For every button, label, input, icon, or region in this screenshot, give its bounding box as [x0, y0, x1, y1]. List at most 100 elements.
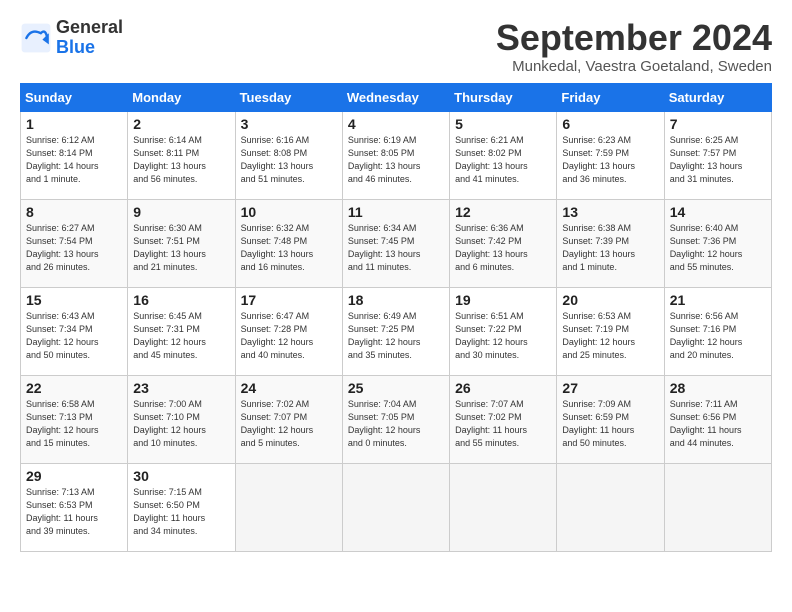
calendar-cell: 16 Sunrise: 6:45 AMSunset: 7:31 PMDayligh… — [128, 287, 235, 375]
calendar-cell: 26 Sunrise: 7:07 AMSunset: 7:02 PMDayligh… — [450, 375, 557, 463]
weekday-header-tuesday: Tuesday — [235, 83, 342, 111]
calendar-cell: 28 Sunrise: 7:11 AMSunset: 6:56 PMDayligh… — [664, 375, 771, 463]
day-number: 21 — [670, 292, 766, 308]
day-number: 1 — [26, 116, 122, 132]
day-info: Sunrise: 6:45 AMSunset: 7:31 PMDaylight:… — [133, 310, 229, 362]
calendar-cell: 27 Sunrise: 7:09 AMSunset: 6:59 PMDayligh… — [557, 375, 664, 463]
calendar-cell: 10Sunrise: 6:32 AMSunset: 7:48 PMDayligh… — [235, 199, 342, 287]
day-number: 19 — [455, 292, 551, 308]
calendar-week-2: 8 Sunrise: 6:27 AMSunset: 7:54 PMDaylight… — [21, 199, 772, 287]
day-info: Sunrise: 6:34 AMSunset: 7:45 PMDaylight:… — [348, 222, 444, 274]
day-number: 17 — [241, 292, 337, 308]
calendar-cell: 2 Sunrise: 6:14 AMSunset: 8:11 PMDaylight… — [128, 111, 235, 199]
day-info: Sunrise: 6:36 AMSunset: 7:42 PMDaylight:… — [455, 222, 551, 274]
calendar-cell: 9 Sunrise: 6:30 AMSunset: 7:51 PMDaylight… — [128, 199, 235, 287]
day-number: 11 — [348, 204, 444, 220]
calendar-cell: 22Sunrise: 6:58 AMSunset: 7:13 PMDayligh… — [21, 375, 128, 463]
day-info: Sunrise: 6:30 AMSunset: 7:51 PMDaylight:… — [133, 222, 229, 274]
day-info: Sunrise: 6:12 AMSunset: 8:14 PMDaylight:… — [26, 134, 122, 186]
day-number: 18 — [348, 292, 444, 308]
calendar-cell: 11 Sunrise: 6:34 AMSunset: 7:45 PMDayligh… — [342, 199, 449, 287]
day-info: Sunrise: 6:56 AMSunset: 7:16 PMDaylight:… — [670, 310, 766, 362]
day-number: 8 — [26, 204, 122, 220]
day-number: 30 — [133, 468, 229, 484]
day-number: 16 — [133, 292, 229, 308]
day-number: 28 — [670, 380, 766, 396]
day-info: Sunrise: 7:07 AMSunset: 7:02 PMDaylight:… — [455, 398, 551, 450]
day-info: Sunrise: 6:16 AMSunset: 8:08 PMDaylight:… — [241, 134, 337, 186]
weekday-header-friday: Friday — [557, 83, 664, 111]
day-number: 24 — [241, 380, 337, 396]
weekday-header-sunday: Sunday — [21, 83, 128, 111]
day-info: Sunrise: 6:47 AMSunset: 7:28 PMDaylight:… — [241, 310, 337, 362]
day-info: Sunrise: 7:04 AMSunset: 7:05 PMDaylight:… — [348, 398, 444, 450]
calendar-cell: 19 Sunrise: 6:51 AMSunset: 7:22 PMDayligh… — [450, 287, 557, 375]
day-number: 26 — [455, 380, 551, 396]
day-info: Sunrise: 6:14 AMSunset: 8:11 PMDaylight:… — [133, 134, 229, 186]
logo-line2: Blue — [56, 37, 95, 57]
day-number: 3 — [241, 116, 337, 132]
logo-icon — [20, 22, 52, 54]
day-number: 25 — [348, 380, 444, 396]
calendar-cell: 3 Sunrise: 6:16 AMSunset: 8:08 PMDaylight… — [235, 111, 342, 199]
calendar-cell: 18 Sunrise: 6:49 AMSunset: 7:25 PMDayligh… — [342, 287, 449, 375]
day-number: 27 — [562, 380, 658, 396]
day-info: Sunrise: 6:49 AMSunset: 7:25 PMDaylight:… — [348, 310, 444, 362]
calendar-cell: 7 Sunrise: 6:25 AMSunset: 7:57 PMDaylight… — [664, 111, 771, 199]
day-info: Sunrise: 6:21 AMSunset: 8:02 PMDaylight:… — [455, 134, 551, 186]
calendar-cell — [450, 463, 557, 551]
logo: General Blue — [20, 18, 123, 58]
day-number: 14 — [670, 204, 766, 220]
calendar-cell: 21 Sunrise: 6:56 AMSunset: 7:16 PMDayligh… — [664, 287, 771, 375]
weekday-header-monday: Monday — [128, 83, 235, 111]
calendar-cell: 8 Sunrise: 6:27 AMSunset: 7:54 PMDaylight… — [21, 199, 128, 287]
day-info: Sunrise: 7:11 AMSunset: 6:56 PMDaylight:… — [670, 398, 766, 450]
calendar-cell: 20Sunrise: 6:53 AMSunset: 7:19 PMDayligh… — [557, 287, 664, 375]
day-info: Sunrise: 7:00 AMSunset: 7:10 PMDaylight:… — [133, 398, 229, 450]
calendar-table: SundayMondayTuesdayWednesdayThursdayFrid… — [20, 83, 772, 552]
calendar-week-3: 15Sunrise: 6:43 AMSunset: 7:34 PMDayligh… — [21, 287, 772, 375]
calendar-cell: 29 Sunrise: 7:13 AMSunset: 6:53 PMDayligh… — [21, 463, 128, 551]
calendar-cell: 23 Sunrise: 7:00 AMSunset: 7:10 PMDayligh… — [128, 375, 235, 463]
calendar-cell — [235, 463, 342, 551]
day-info: Sunrise: 6:53 AMSunset: 7:19 PMDaylight:… — [562, 310, 658, 362]
day-info: Sunrise: 6:25 AMSunset: 7:57 PMDaylight:… — [670, 134, 766, 186]
day-number: 7 — [670, 116, 766, 132]
day-number: 29 — [26, 468, 122, 484]
day-number: 5 — [455, 116, 551, 132]
day-info: Sunrise: 6:43 AMSunset: 7:34 PMDaylight:… — [26, 310, 122, 362]
calendar-cell: 24Sunrise: 7:02 AMSunset: 7:07 PMDayligh… — [235, 375, 342, 463]
calendar-cell: 15Sunrise: 6:43 AMSunset: 7:34 PMDayligh… — [21, 287, 128, 375]
day-info: Sunrise: 6:27 AMSunset: 7:54 PMDaylight:… — [26, 222, 122, 274]
calendar-cell: 12 Sunrise: 6:36 AMSunset: 7:42 PMDayligh… — [450, 199, 557, 287]
weekday-header-thursday: Thursday — [450, 83, 557, 111]
day-info: Sunrise: 6:40 AMSunset: 7:36 PMDaylight:… — [670, 222, 766, 274]
calendar-week-5: 29 Sunrise: 7:13 AMSunset: 6:53 PMDayligh… — [21, 463, 772, 551]
title-block: September 2024 Munkedal, Vaestra Goetala… — [496, 18, 772, 75]
day-info: Sunrise: 7:13 AMSunset: 6:53 PMDaylight:… — [26, 486, 122, 538]
calendar-cell: 6 Sunrise: 6:23 AMSunset: 7:59 PMDaylight… — [557, 111, 664, 199]
day-info: Sunrise: 6:58 AMSunset: 7:13 PMDaylight:… — [26, 398, 122, 450]
day-number: 23 — [133, 380, 229, 396]
day-info: Sunrise: 6:23 AMSunset: 7:59 PMDaylight:… — [562, 134, 658, 186]
calendar-cell: 1 Sunrise: 6:12 AMSunset: 8:14 PMDaylight… — [21, 111, 128, 199]
day-number: 6 — [562, 116, 658, 132]
calendar-cell — [664, 463, 771, 551]
calendar-cell: 30Sunrise: 7:15 AMSunset: 6:50 PMDayligh… — [128, 463, 235, 551]
day-number: 4 — [348, 116, 444, 132]
calendar-week-1: 1 Sunrise: 6:12 AMSunset: 8:14 PMDaylight… — [21, 111, 772, 199]
month-title: September 2024 — [496, 18, 772, 58]
day-number: 2 — [133, 116, 229, 132]
day-number: 12 — [455, 204, 551, 220]
weekday-header-wednesday: Wednesday — [342, 83, 449, 111]
calendar-cell — [342, 463, 449, 551]
day-number: 13 — [562, 204, 658, 220]
calendar-cell: 25 Sunrise: 7:04 AMSunset: 7:05 PMDayligh… — [342, 375, 449, 463]
day-info: Sunrise: 6:51 AMSunset: 7:22 PMDaylight:… — [455, 310, 551, 362]
calendar-week-4: 22Sunrise: 6:58 AMSunset: 7:13 PMDayligh… — [21, 375, 772, 463]
calendar-cell: 13 Sunrise: 6:38 AMSunset: 7:39 PMDayligh… — [557, 199, 664, 287]
day-number: 9 — [133, 204, 229, 220]
day-info: Sunrise: 7:09 AMSunset: 6:59 PMDaylight:… — [562, 398, 658, 450]
day-info: Sunrise: 6:38 AMSunset: 7:39 PMDaylight:… — [562, 222, 658, 274]
calendar-cell: 17 Sunrise: 6:47 AMSunset: 7:28 PMDayligh… — [235, 287, 342, 375]
